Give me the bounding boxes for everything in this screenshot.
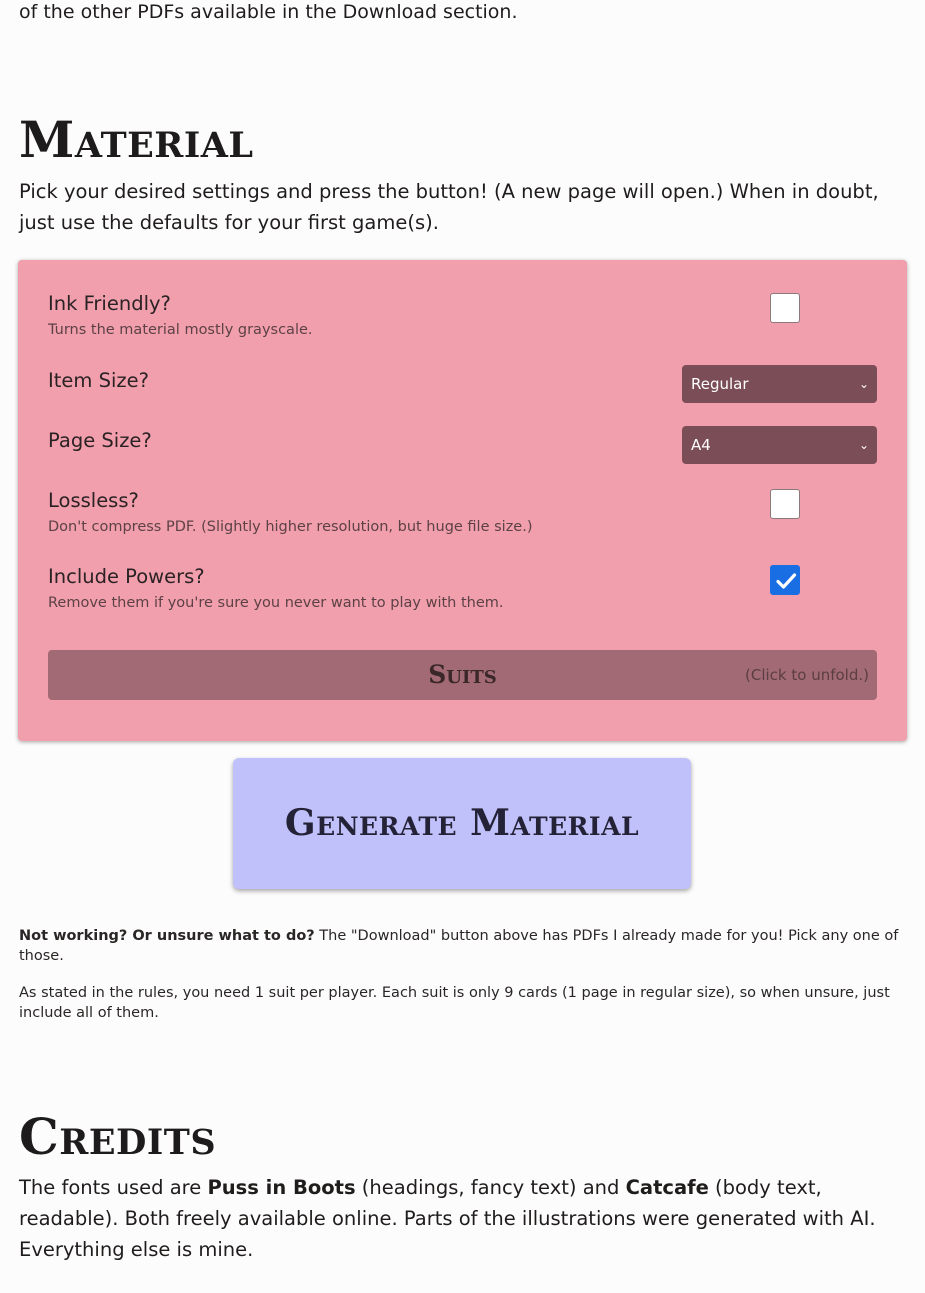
suits-unfold-hint: (Click to unfold.)	[745, 666, 869, 684]
not-working-note-bold: Not working? Or unsure what to do?	[19, 928, 315, 944]
chevron-down-icon: ⌄	[858, 377, 869, 391]
credits-font-2: Catcafe	[625, 1176, 709, 1199]
generate-material-button[interactable]: Generate Material	[233, 758, 691, 889]
setting-item-size: Item Size? Regular ⌄	[48, 365, 877, 403]
item-size-select[interactable]: Regular ⌄	[682, 365, 877, 403]
lossless-label: Lossless?	[48, 489, 139, 512]
setting-ink-friendly: Ink Friendly? Turns the material mostly …	[48, 292, 877, 344]
include-powers-label: Include Powers?	[48, 565, 205, 588]
credits-font-1: Puss in Boots	[207, 1176, 356, 1199]
ink-friendly-label: Ink Friendly?	[48, 292, 171, 315]
credits-text-part-1: The fonts used are	[19, 1176, 208, 1199]
material-heading: Material	[19, 110, 254, 169]
credits-text: The fonts used are Puss in Boots (headin…	[19, 1172, 909, 1265]
not-working-note: Not working? Or unsure what to do? The "…	[19, 926, 899, 966]
include-powers-description: Remove them if you're sure you never wan…	[48, 595, 504, 611]
page-size-select[interactable]: A4 ⌄	[682, 426, 877, 464]
ink-friendly-checkbox[interactable]	[770, 293, 800, 323]
chevron-down-icon: ⌄	[858, 438, 869, 452]
include-powers-checkbox[interactable]	[770, 565, 800, 595]
settings-panel: Ink Friendly? Turns the material mostly …	[18, 260, 907, 741]
suits-toggle[interactable]: Suits (Click to unfold.)	[48, 650, 877, 700]
item-size-value: Regular	[691, 375, 749, 393]
ink-friendly-description: Turns the material mostly grayscale.	[48, 322, 313, 338]
checkmark-icon	[776, 573, 797, 589]
item-size-label: Item Size?	[48, 369, 149, 392]
lossless-checkbox[interactable]	[770, 489, 800, 519]
credits-heading: Credits	[19, 1107, 217, 1166]
page-size-value: A4	[691, 436, 711, 454]
material-intro-text: Pick your desired settings and press the…	[19, 180, 879, 234]
credits-text-part-2: (headings, fancy text) and	[355, 1176, 626, 1199]
suits-note: As stated in the rules, you need 1 suit …	[19, 985, 890, 1021]
lossless-description: Don't compress PDF. (Slightly higher res…	[48, 519, 533, 535]
setting-page-size: Page Size? A4 ⌄	[48, 425, 877, 464]
page-size-label: Page Size?	[48, 429, 152, 452]
setting-lossless: Lossless? Don't compress PDF. (Slightly …	[48, 489, 877, 541]
intro-tail-text: of the other PDFs available in the Downl…	[19, 1, 518, 23]
setting-include-powers: Include Powers? Remove them if you're su…	[48, 565, 877, 617]
